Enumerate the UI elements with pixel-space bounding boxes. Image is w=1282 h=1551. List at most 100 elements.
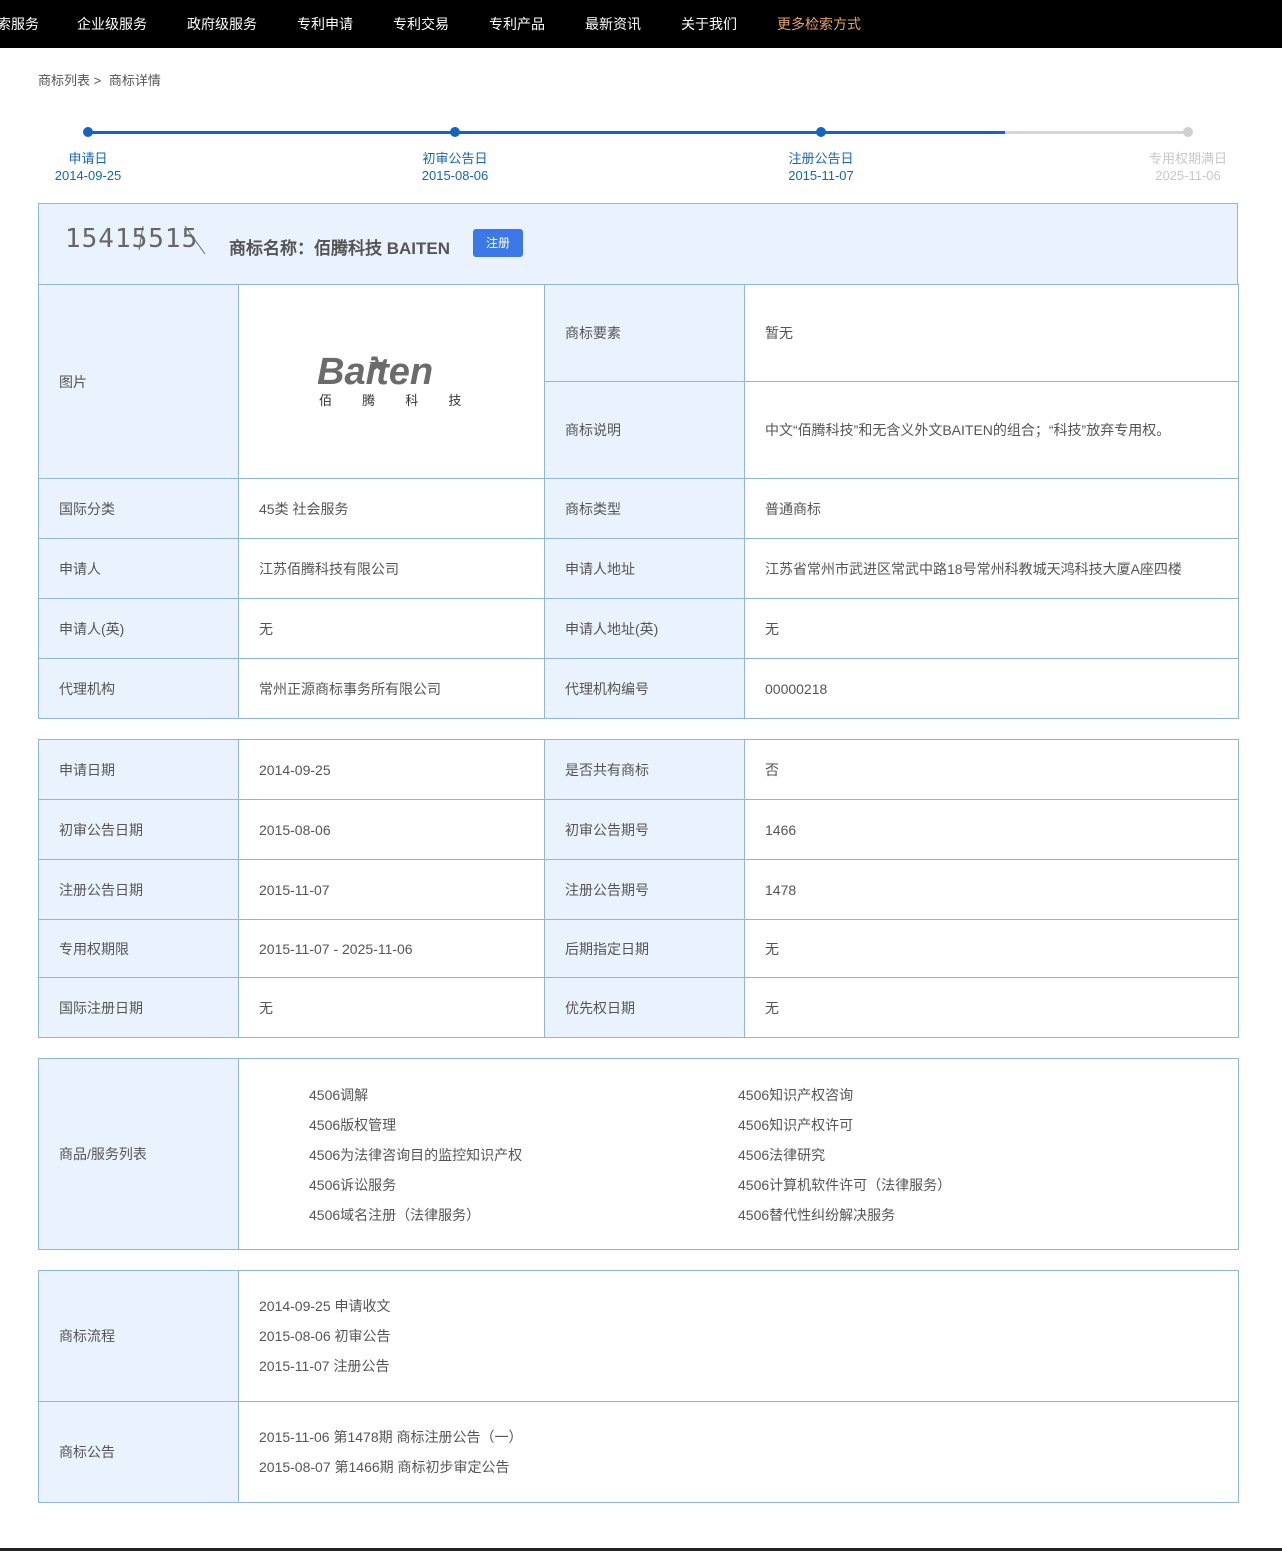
goods-services-table: 商品/服务列表 4506调解 4506版权管理 4506为法律咨询目的监控知识产… bbox=[38, 1058, 1239, 1250]
process-label: 商标流程 bbox=[38, 1270, 239, 1402]
field-value: 无 bbox=[238, 977, 545, 1038]
process-notice-table: 商标流程 2014-09-25 申请收文 2015-08-06 初审公告 201… bbox=[38, 1270, 1239, 1503]
field-label: 商标类型 bbox=[544, 478, 745, 539]
logo-brand-text: Baiten bbox=[317, 352, 433, 393]
dates-table: 申请日期 2014-09-25 是否共有商标 否 初审公告日期 2015-08-… bbox=[38, 739, 1239, 1038]
timeline-step-date: 2015-11-07 bbox=[788, 168, 854, 183]
field-value: 无 bbox=[744, 598, 1239, 659]
process-item: 2014-09-25 申请收文 bbox=[259, 1298, 391, 1314]
field-label: 专用权期限 bbox=[38, 919, 239, 978]
goods-item: 4506知识产权许可 bbox=[738, 1117, 854, 1133]
nav-item-more-search[interactable]: 更多检索方式 bbox=[777, 0, 861, 48]
field-label: 申请人地址 bbox=[544, 538, 745, 599]
nav-item-patent-apply[interactable]: 专利申请 bbox=[297, 0, 353, 48]
timeline-step-register: 注册公告日 2015-11-07 bbox=[751, 150, 891, 184]
notice-list: 2015-11-06 第1478期 商标注册公告（一） 2015-08-07 第… bbox=[238, 1401, 1239, 1503]
notice-label: 商标公告 bbox=[38, 1401, 239, 1503]
field-value: 常州正源商标事务所有限公司 bbox=[238, 658, 545, 719]
description-value: 中文“佰腾科技”和无含义外文BAITEN的组合；“科技”放弃专用权。 bbox=[744, 381, 1239, 479]
field-label: 注册公告期号 bbox=[544, 859, 745, 920]
field-label: 初审公告日期 bbox=[38, 799, 239, 860]
field-label: 代理机构编号 bbox=[544, 658, 745, 719]
field-value: 45类 社会服务 bbox=[238, 478, 545, 539]
field-value: 00000218 bbox=[744, 658, 1239, 719]
notice-item[interactable]: 2015-08-07 第1466期 商标初步审定公告 bbox=[259, 1452, 1218, 1482]
elements-label: 商标要素 bbox=[544, 284, 745, 382]
goods-item: 4506调解 bbox=[309, 1087, 369, 1103]
field-value: 普通商标 bbox=[744, 478, 1239, 539]
nav-item-search-service[interactable]: 索服务 bbox=[0, 0, 39, 48]
nav-item-news[interactable]: 最新资讯 bbox=[585, 0, 641, 48]
field-value: 2015-11-07 bbox=[238, 859, 545, 920]
breadcrumb: 商标列表 > 商标详情 bbox=[38, 70, 165, 89]
goods-item: 4506知识产权咨询 bbox=[738, 1087, 854, 1103]
process-item: 2015-08-06 初审公告 bbox=[259, 1328, 391, 1344]
registration-number: 15415515 bbox=[65, 224, 206, 255]
timeline-step-label: 注册公告日 bbox=[788, 151, 854, 166]
field-value: 无 bbox=[744, 977, 1239, 1038]
nav-item-government[interactable]: 政府级服务 bbox=[187, 0, 257, 48]
timeline-step-prelim: 初审公告日 2015-08-06 bbox=[385, 150, 525, 184]
field-label: 后期指定日期 bbox=[544, 919, 745, 978]
field-label: 优先权日期 bbox=[544, 977, 745, 1038]
goods-item: 4506计算机软件许可（法律服务） bbox=[738, 1177, 952, 1193]
timeline-step-apply: 申请日 2014-09-25 bbox=[18, 150, 158, 184]
notice-item[interactable]: 2015-11-06 第1478期 商标注册公告（一） bbox=[259, 1422, 1218, 1452]
timeline-dot-expire bbox=[1183, 127, 1193, 137]
breadcrumb-list-link[interactable]: 商标列表 > bbox=[38, 73, 101, 88]
breadcrumb-current: 商标详情 bbox=[108, 73, 161, 88]
description-label: 商标说明 bbox=[544, 381, 745, 479]
top-nav: 索服务 企业级服务 政府级服务 专利申请 专利交易 专利产品 最新资讯 关于我们… bbox=[0, 0, 1282, 48]
nav-item-enterprise[interactable]: 企业级服务 bbox=[77, 0, 147, 48]
field-label: 申请人(英) bbox=[38, 598, 239, 659]
field-label: 申请日期 bbox=[38, 739, 239, 800]
goods-item: 4506替代性纠纷解决服务 bbox=[738, 1207, 896, 1223]
field-value: 2014-09-25 bbox=[238, 739, 545, 800]
goods-item: 4506法律研究 bbox=[738, 1147, 826, 1163]
trademark-header: 15415515 商标名称：佰腾科技 BAITEN 注册 bbox=[38, 203, 1238, 285]
nav-item-patent-product[interactable]: 专利产品 bbox=[489, 0, 545, 48]
image-label: 图片 bbox=[38, 284, 239, 479]
goods-list-cell: 4506调解 4506版权管理 4506为法律咨询目的监控知识产权 4506诉讼… bbox=[238, 1058, 1239, 1250]
timeline-progress-pending bbox=[1005, 131, 1188, 134]
timeline-dot-register bbox=[816, 127, 826, 137]
timeline-step-label: 初审公告日 bbox=[422, 151, 488, 166]
process-item: 2015-11-07 注册公告 bbox=[259, 1358, 390, 1374]
elements-value: 暂无 bbox=[744, 284, 1239, 382]
trademark-name: 商标名称：佰腾科技 BAITEN bbox=[229, 239, 450, 258]
status-timeline: 申请日 2014-09-25 初审公告日 2015-08-06 注册公告日 20… bbox=[0, 120, 1282, 190]
field-value: 1466 bbox=[744, 799, 1239, 860]
timeline-step-label: 专用权期满日 bbox=[1148, 151, 1227, 166]
timeline-dot-prelim bbox=[450, 127, 460, 137]
field-value: 否 bbox=[744, 739, 1239, 800]
trademark-image: Baiten 佰 腾 科 技 bbox=[238, 284, 545, 479]
timeline-step-date: 2025-11-06 bbox=[1155, 168, 1221, 183]
timeline-dot-apply bbox=[83, 127, 93, 137]
goods-item: 4506域名注册（法律服务） bbox=[309, 1207, 481, 1223]
nav-item-about[interactable]: 关于我们 bbox=[681, 0, 737, 48]
status-badge-button[interactable]: 注册 bbox=[473, 229, 523, 257]
field-label: 申请人地址(英) bbox=[544, 598, 745, 659]
field-value: 无 bbox=[744, 919, 1239, 978]
goods-item: 4506诉讼服务 bbox=[309, 1177, 397, 1193]
timeline-step-date: 2014-09-25 bbox=[54, 168, 122, 183]
baiten-logo: Baiten 佰 腾 科 技 bbox=[317, 352, 467, 409]
field-value: 江苏省常州市武进区常武中路18号常州科教城天鸿科技大厦A座四楼 bbox=[744, 538, 1239, 599]
logo-chinese-text: 佰 腾 科 技 bbox=[319, 393, 467, 409]
timeline-progress-done bbox=[88, 131, 1005, 134]
field-label: 申请人 bbox=[38, 538, 239, 599]
captcha-scratch-lines bbox=[138, 225, 206, 255]
goods-label: 商品/服务列表 bbox=[38, 1058, 239, 1250]
field-value: 2015-11-07 - 2025-11-06 bbox=[238, 919, 545, 978]
field-label: 注册公告日期 bbox=[38, 859, 239, 920]
timeline-step-expire: 专用权期满日 2025-11-06 bbox=[1118, 150, 1258, 184]
timeline-step-label: 申请日 bbox=[68, 151, 108, 166]
basic-info-table: 图片 Baiten 佰 腾 科 技 商标要素 暂无 商标说明 中文“佰腾科技”和… bbox=[38, 284, 1239, 719]
field-label: 国际注册日期 bbox=[38, 977, 239, 1038]
nav-item-patent-trade[interactable]: 专利交易 bbox=[393, 0, 449, 48]
field-value: 2015-08-06 bbox=[238, 799, 545, 860]
field-value: 1478 bbox=[744, 859, 1239, 920]
timeline-step-date: 2015-08-06 bbox=[421, 168, 489, 183]
goods-list: 4506调解 4506版权管理 4506为法律咨询目的监控知识产权 4506诉讼… bbox=[239, 1059, 1238, 1249]
field-label: 初审公告期号 bbox=[544, 799, 745, 860]
